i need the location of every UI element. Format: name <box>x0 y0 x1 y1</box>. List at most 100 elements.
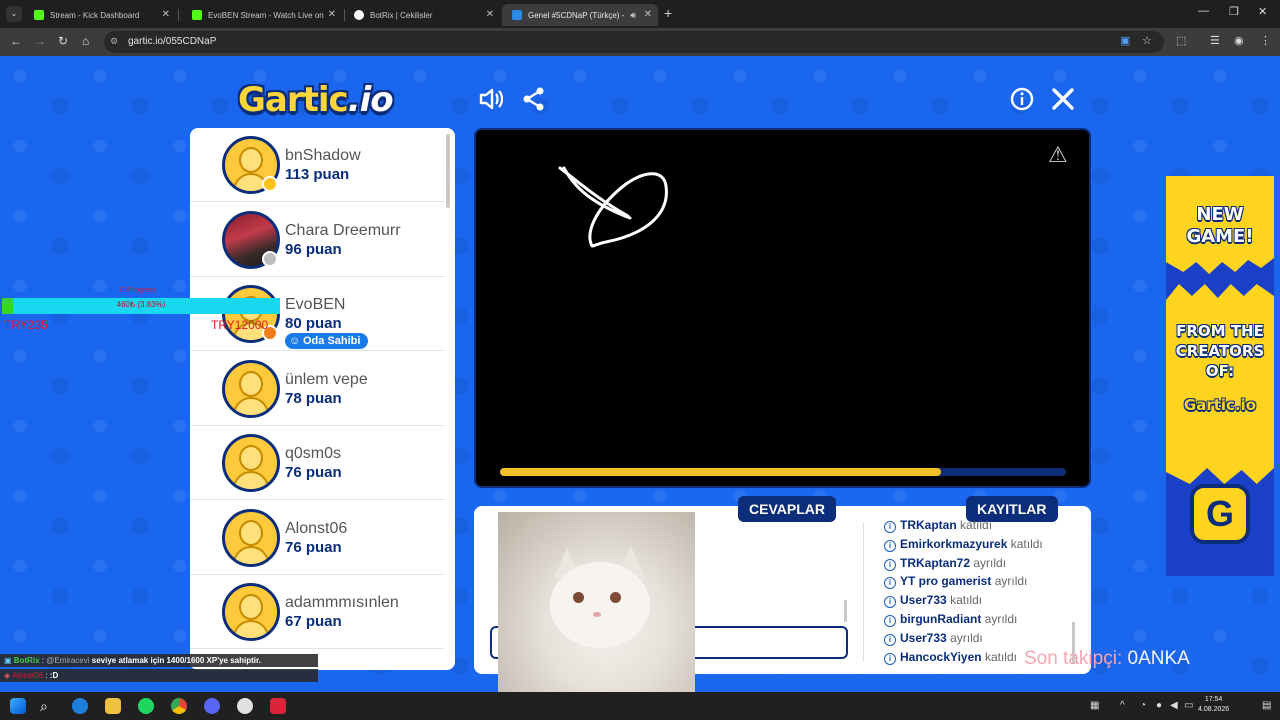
log-action: ayrıldı <box>973 555 1007 570</box>
report-warning-icon[interactable]: ⚠ <box>1048 142 1068 168</box>
obs-icon[interactable] <box>237 698 253 714</box>
info-icon[interactable] <box>1010 86 1034 118</box>
clock-time: 17:54 <box>1204 696 1223 703</box>
close-icon[interactable] <box>1050 86 1076 118</box>
player-row[interactable]: ünlem vepe 78 puan <box>190 352 444 426</box>
logo-text: Gartic <box>238 80 349 120</box>
tab-evoben-stream[interactable]: EvoBEN Stream - Watch Live on ✕ <box>182 4 342 26</box>
sound-icon[interactable] <box>478 86 506 118</box>
chrome-icon[interactable] <box>171 698 187 714</box>
ad-yellow-band <box>1166 284 1274 484</box>
avatar-body <box>233 396 269 415</box>
player-name: bnShadow <box>285 147 361 164</box>
search-icon[interactable]: ⌕ <box>40 698 56 714</box>
site-info-icon[interactable]: ⚙ <box>110 36 118 47</box>
log-entry: i TRKaptan72 ayrıldı <box>884 556 1074 575</box>
player-name: Chara Dreemurr <box>285 221 401 239</box>
last-follower: Son takipçi: 0ANKA <box>1024 648 1190 670</box>
stream-chat-message: ◈ Alonst06 : :D <box>0 669 318 682</box>
tab-kick-dashboard[interactable]: Stream - Kick Dashboard ✕ <box>24 4 176 26</box>
player-avatar <box>222 583 280 641</box>
reload-icon[interactable]: ↻ <box>58 34 68 48</box>
reading-list-icon[interactable]: ☰ <box>1210 34 1220 47</box>
log-action: ayrıldı <box>950 630 983 645</box>
close-tab-icon[interactable]: ✕ <box>328 9 336 20</box>
log-entry: i User733 ayrıldı <box>884 631 1074 650</box>
round-timer <box>500 468 1066 476</box>
player-avatar <box>222 359 280 418</box>
tab-title: EvoBEN Stream - Watch Live on <box>208 10 324 20</box>
goal-end: TRY12000 <box>211 318 269 332</box>
player-row[interactable]: EvoBEN 80 puanOda Sahibi <box>190 277 444 351</box>
log-user: TRKaptan <box>900 518 957 532</box>
back-icon[interactable]: ← <box>10 34 22 48</box>
drawing-canvas[interactable]: ⚠ <box>474 128 1091 488</box>
goal-value: 460₺ (3.83%) <box>116 300 166 309</box>
tab-search-button[interactable]: ⌄ <box>6 6 22 22</box>
chat-divider <box>863 522 864 662</box>
home-icon[interactable]: ⌂ <box>82 34 89 48</box>
log-user: TRKaptan72 <box>900 555 971 570</box>
info-icon: i <box>884 577 896 590</box>
player-row[interactable]: bnShadow 113 puan <box>190 128 444 202</box>
player-list-scrollbar[interactable] <box>446 134 450 208</box>
player-score: 76 puan <box>285 538 342 556</box>
edge-icon[interactable] <box>72 698 88 714</box>
close-window-icon[interactable]: ✕ <box>1258 5 1267 18</box>
info-icon: i <box>884 596 896 609</box>
translate-icon[interactable]: ▣ <box>1120 34 1130 47</box>
ad-text: GAME! <box>1186 226 1254 247</box>
discord-icon[interactable] <box>204 698 220 714</box>
advertisement-banner[interactable]: NEW GAME! FROM THE CREATORS OF: Gartic.i… <box>1166 176 1274 576</box>
tray-icon[interactable]: ▦ <box>1090 700 1099 711</box>
info-icon: i <box>884 521 896 533</box>
tab-botrix[interactable]: BotRix | Cekilisler ✕ <box>344 4 500 26</box>
maximize-icon[interactable]: ❐ <box>1229 5 1239 18</box>
extensions-icon[interactable]: ⬚ <box>1176 34 1186 47</box>
bookmark-star-icon[interactable]: ☆ <box>1142 34 1152 47</box>
player-row[interactable]: adammmısınlen 67 puan <box>190 575 444 649</box>
chevron-up-icon[interactable]: ^ <box>1120 700 1125 711</box>
avatar-head <box>239 519 263 546</box>
battery-icon[interactable]: ▭ <box>1184 700 1193 711</box>
file-explorer-icon[interactable] <box>105 698 121 714</box>
new-tab-button[interactable]: + <box>664 5 672 21</box>
clock[interactable]: 17:54 4.08.2026 <box>1198 695 1229 715</box>
player-score: 78 puan <box>285 389 342 407</box>
player-list[interactable]: bnShadow 113 puan Chara Dreemurr 96 puan Evo… <box>190 128 455 670</box>
profile-avatar[interactable]: ◉ <box>1234 34 1244 47</box>
close-tab-icon[interactable]: ✕ <box>486 9 494 20</box>
tab-gartic[interactable]: Genel #5CDNaP (Türkçe) - 🔊︎ ✕ <box>502 4 658 26</box>
player-score: 96 puan <box>285 240 342 258</box>
close-tab-icon[interactable]: ✕ <box>644 9 652 20</box>
microphone-icon[interactable]: ● <box>1156 700 1162 711</box>
player-rank-badge <box>262 176 278 192</box>
tab-title: BotRix | Cekilisler <box>370 10 433 20</box>
log-user: birgunRadiant <box>900 611 982 626</box>
url-field[interactable]: gartic.io/055CDNaP <box>104 31 1164 53</box>
share-icon[interactable] <box>522 86 546 118</box>
minimize-icon[interactable]: — <box>1198 5 1209 17</box>
menu-dots-icon[interactable]: ⋮ <box>1260 34 1271 47</box>
answers-scrollbar[interactable] <box>844 600 847 622</box>
tab-answers[interactable]: CEVAPLAR <box>738 496 836 522</box>
volume-icon[interactable]: ◀ <box>1170 700 1178 711</box>
player-row[interactable]: Alonst06 76 puan <box>190 501 444 575</box>
tab-separator <box>178 9 179 21</box>
avatar-body <box>233 545 269 564</box>
app-icon[interactable] <box>270 698 286 714</box>
close-tab-icon[interactable]: ✕ <box>162 9 170 20</box>
forward-icon[interactable]: → <box>34 34 46 48</box>
log-entry: i YT pro gamerist ayrıldı <box>884 574 1074 593</box>
windows-start-icon[interactable] <box>10 698 26 714</box>
address-bar: ← → ↻ ⌂ gartic.io/055CDNaP <box>0 28 1280 56</box>
notifications-icon[interactable]: ▤ <box>1262 700 1271 711</box>
spotify-icon[interactable] <box>138 698 154 714</box>
speaker-icon[interactable]: 🔊︎ <box>630 10 636 21</box>
chat-mention: @Emiracevi <box>46 656 90 665</box>
cat-face <box>550 562 650 648</box>
player-row[interactable]: q0sm0s 76 puan <box>190 426 444 500</box>
wifi-icon[interactable]: ◔ <box>1140 700 1146 711</box>
player-row[interactable]: Chara Dreemurr 96 puan <box>190 203 444 277</box>
log-user: Emirkorkmazyurek <box>900 536 1008 551</box>
